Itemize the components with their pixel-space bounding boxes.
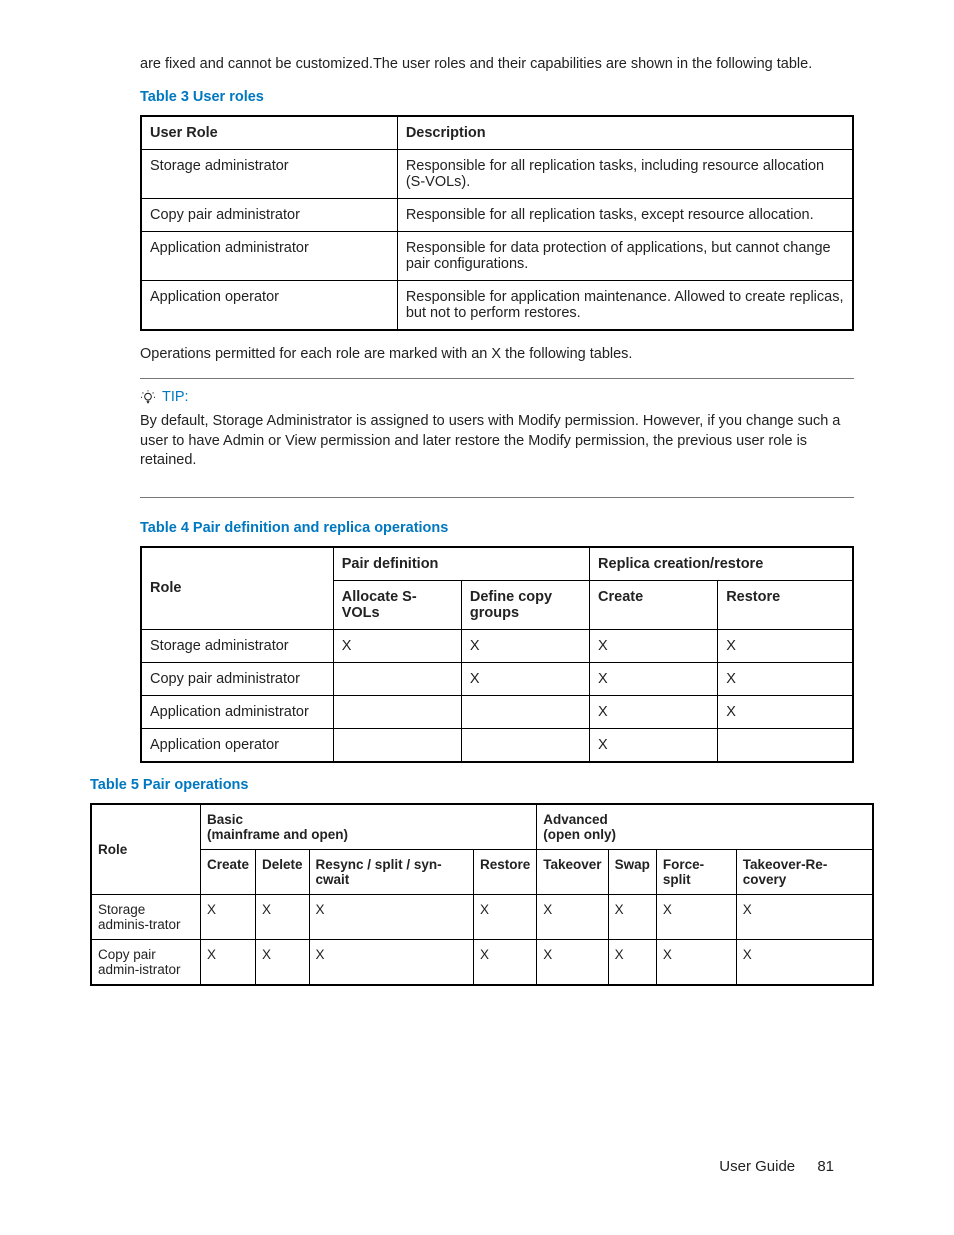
table5-caption: Table 5 Pair operations: [90, 777, 874, 793]
cell: [333, 728, 461, 762]
table-subheader-row: Create Delete Resync / split / syn-cwait…: [91, 849, 873, 894]
cell: Storage administrator: [141, 629, 333, 662]
table4-caption: Table 4 Pair definition and replica oper…: [140, 520, 854, 536]
cell: X: [590, 629, 718, 662]
cell: X: [200, 894, 255, 939]
cell: X: [537, 894, 608, 939]
cell: X: [309, 894, 473, 939]
table4: Role Pair definition Replica creation/re…: [140, 546, 854, 763]
table4-sub-restore: Restore: [718, 580, 853, 629]
table5-sub-swap: Swap: [608, 849, 656, 894]
table5-header-role: Role: [91, 804, 200, 895]
intro-paragraph: are fixed and cannot be customized.The u…: [140, 55, 854, 75]
cell-role: Application administrator: [141, 231, 397, 280]
cell-desc: Responsible for application maintenance.…: [397, 280, 853, 330]
cell-desc: Responsible for all replication tasks, e…: [397, 198, 853, 231]
mid-paragraph: Operations permitted for each role are m…: [140, 345, 854, 365]
table5-sub-forcesplit: Force-split: [656, 849, 736, 894]
cell: X: [537, 939, 608, 985]
cell: X: [736, 939, 873, 985]
table4-header-role: Role: [141, 547, 333, 630]
table-row: Application administrator X X: [141, 695, 853, 728]
cell: Application operator: [141, 728, 333, 762]
table-row: Application operator X: [141, 728, 853, 762]
cell: X: [656, 894, 736, 939]
cell-role: Copy pair administrator: [141, 198, 397, 231]
cell: Copy pair administrator: [141, 662, 333, 695]
cell: [461, 728, 589, 762]
cell: X: [461, 629, 589, 662]
table-row: Storage administrator Responsible for al…: [141, 149, 853, 198]
cell: X: [656, 939, 736, 985]
table-row: Copy pair administrator Responsible for …: [141, 198, 853, 231]
table-row: Storage administrator X X X X: [141, 629, 853, 662]
table4-group-pairdef: Pair definition: [333, 547, 589, 581]
table-header-row: User Role Description: [141, 116, 853, 150]
cell: X: [474, 894, 537, 939]
cell-role: Storage administrator: [141, 149, 397, 198]
footer-page-number: 81: [817, 1158, 834, 1175]
table3-caption: Table 3 User roles: [140, 89, 854, 105]
cell: X: [309, 939, 473, 985]
table5-sub-delete: Delete: [256, 849, 310, 894]
table5-sub-takeover: Takeover: [537, 849, 608, 894]
cell: X: [608, 894, 656, 939]
cell-desc: Responsible for data protection of appli…: [397, 231, 853, 280]
cell: Storage adminis-trator: [91, 894, 200, 939]
lightbulb-icon: [140, 390, 156, 406]
table-row: Copy pair admin-istrator X X X X X X X X: [91, 939, 873, 985]
cell: X: [718, 629, 853, 662]
cell: X: [608, 939, 656, 985]
cell: X: [718, 695, 853, 728]
table4-sub-allocate: Allocate S-VOLs: [333, 580, 461, 629]
tip-body: By default, Storage Administrator is ass…: [140, 412, 854, 471]
cell: X: [590, 728, 718, 762]
table3-header-userrole: User Role: [141, 116, 397, 150]
table5-group-advanced: Advanced (open only): [537, 804, 873, 850]
table5-sub-takeoverrec: Takeover-Re-covery: [736, 849, 873, 894]
table5-group-basic: Basic (mainframe and open): [200, 804, 536, 850]
table-row: Copy pair administrator X X X: [141, 662, 853, 695]
cell-desc: Responsible for all replication tasks, i…: [397, 149, 853, 198]
table4-sub-create: Create: [590, 580, 718, 629]
table-header-row: Role Basic (mainframe and open) Advanced…: [91, 804, 873, 850]
cell: [333, 695, 461, 728]
table3-header-description: Description: [397, 116, 853, 150]
table3: User Role Description Storage administra…: [140, 115, 854, 331]
cell: X: [590, 662, 718, 695]
cell: [461, 695, 589, 728]
cell: Application administrator: [141, 695, 333, 728]
cell-role: Application operator: [141, 280, 397, 330]
cell: Copy pair admin-istrator: [91, 939, 200, 985]
table4-group-replica: Replica creation/restore: [590, 547, 853, 581]
cell: X: [474, 939, 537, 985]
cell: X: [590, 695, 718, 728]
table5: Role Basic (mainframe and open) Advanced…: [90, 803, 874, 986]
table-row: Application administrator Responsible fo…: [141, 231, 853, 280]
cell: [718, 728, 853, 762]
cell: X: [200, 939, 255, 985]
cell: X: [736, 894, 873, 939]
table5-sub-restore: Restore: [474, 849, 537, 894]
tip-block: TIP: By default, Storage Administrator i…: [140, 378, 854, 498]
cell: [333, 662, 461, 695]
cell: X: [461, 662, 589, 695]
cell: X: [333, 629, 461, 662]
cell: X: [256, 894, 310, 939]
cell: X: [718, 662, 853, 695]
cell: X: [256, 939, 310, 985]
table5-sub-create: Create: [200, 849, 255, 894]
footer-doc-title: User Guide: [719, 1158, 795, 1175]
table-header-row: Role Pair definition Replica creation/re…: [141, 547, 853, 581]
table-row: Storage adminis-trator X X X X X X X X: [91, 894, 873, 939]
tip-label: TIP:: [162, 389, 189, 405]
table-row: Application operator Responsible for app…: [141, 280, 853, 330]
page-footer: User Guide 81: [719, 1158, 834, 1175]
table5-sub-resync: Resync / split / syn-cwait: [309, 849, 473, 894]
table4-sub-define: Define copy groups: [461, 580, 589, 629]
